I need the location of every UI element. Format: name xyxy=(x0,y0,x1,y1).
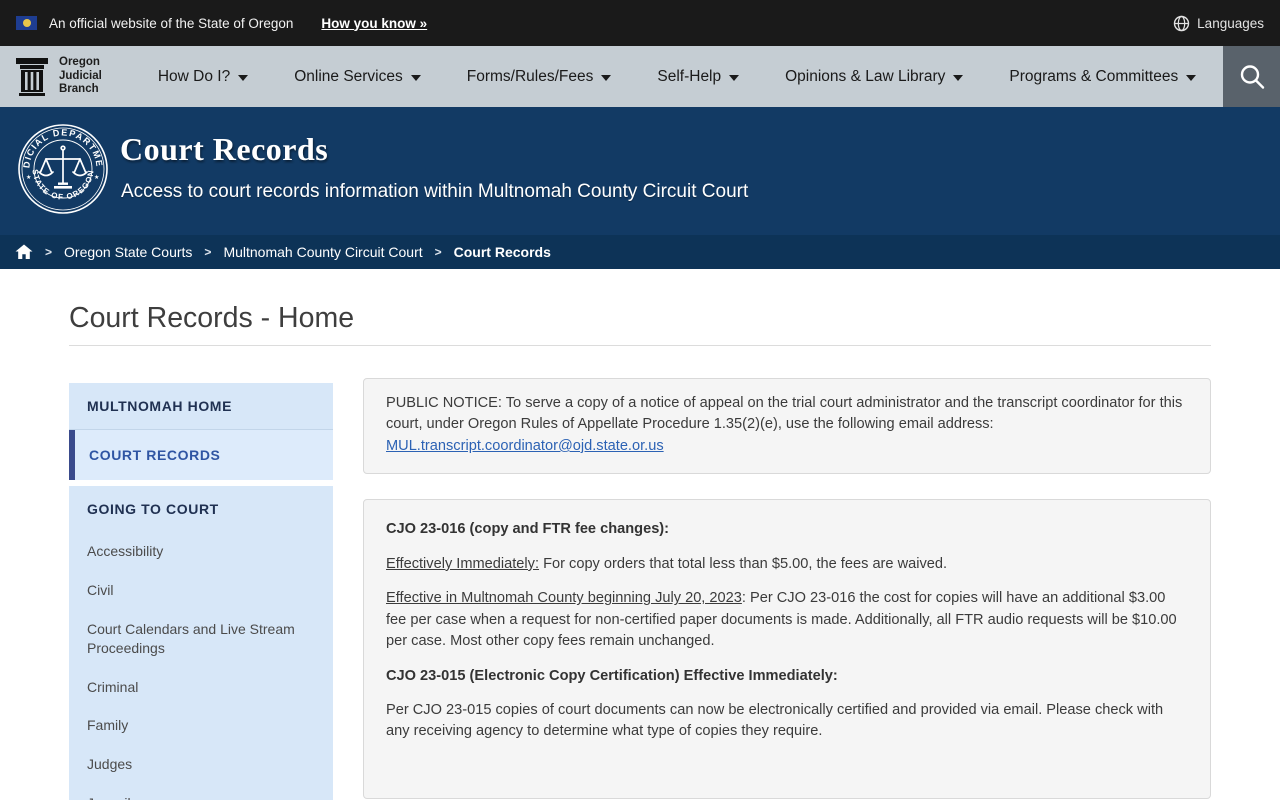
chevron-down-icon xyxy=(953,75,963,81)
nav-forms-rules-fees[interactable]: Forms/Rules/Fees xyxy=(467,68,612,86)
nav-opinions-law-library[interactable]: Opinions & Law Library xyxy=(785,68,963,86)
sidebar-group-top: MULTNOMAH HOME COURT RECORDS xyxy=(69,383,333,480)
how-you-know-link[interactable]: How you know » xyxy=(321,16,427,31)
cjo-23-015-heading: CJO 23-015 (Electronic Copy Certificatio… xyxy=(386,666,1188,687)
breadcrumb-separator: > xyxy=(435,245,442,259)
nav-programs-committees[interactable]: Programs & Committees xyxy=(1009,68,1196,86)
languages-label: Languages xyxy=(1197,16,1264,31)
sidebar-item-court-records[interactable]: COURT RECORDS xyxy=(69,430,333,480)
cjo-effective-july-paragraph: Effective in Multnomah County beginning … xyxy=(386,588,1188,652)
column-icon xyxy=(14,56,50,98)
chevron-down-icon xyxy=(238,75,248,81)
nav-how-do-i[interactable]: How Do I? xyxy=(158,68,248,86)
languages-button[interactable]: Languages xyxy=(1173,15,1264,32)
breadcrumb-current: Court Records xyxy=(454,244,551,260)
page-title: Court Records - Home xyxy=(69,302,354,335)
sidebar-item-court-calendars[interactable]: Court Calendars and Live Stream Proceedi… xyxy=(69,610,333,668)
page-banner-title: Court Records xyxy=(120,131,328,168)
breadcrumb-oregon-state-courts[interactable]: Oregon State Courts xyxy=(64,244,192,260)
nav-self-help[interactable]: Self-Help xyxy=(657,68,739,86)
nav-online-services[interactable]: Online Services xyxy=(294,68,421,86)
public-notice-text: PUBLIC NOTICE: To serve a copy of a noti… xyxy=(386,395,1182,432)
chevron-down-icon xyxy=(601,75,611,81)
chevron-down-icon xyxy=(1186,75,1196,81)
sidebar: MULTNOMAH HOME COURT RECORDS GOING TO CO… xyxy=(69,383,333,800)
content-column: PUBLIC NOTICE: To serve a copy of a noti… xyxy=(363,378,1211,800)
main-navbar: Oregon Judicial Branch How Do I? Online … xyxy=(0,46,1280,107)
nav-menu: How Do I? Online Services Forms/Rules/Fe… xyxy=(158,68,1196,86)
sidebar-item-civil[interactable]: Civil xyxy=(69,571,333,610)
chevron-down-icon xyxy=(729,75,739,81)
logo-wordmark: Oregon Judicial Branch xyxy=(59,56,102,97)
breadcrumb-separator: > xyxy=(45,245,52,259)
sidebar-item-judges[interactable]: Judges xyxy=(69,745,333,784)
sidebar-item-family[interactable]: Family xyxy=(69,706,333,745)
globe-icon xyxy=(1173,15,1190,32)
judicial-department-seal-icon: JUDICIAL DEPARTMENT STATE OF OREGON ★ ★ xyxy=(17,123,109,215)
sidebar-item-going-to-court[interactable]: GOING TO COURT xyxy=(69,486,333,532)
sidebar-item-juvenile[interactable]: Juvenile xyxy=(69,784,333,800)
cjo-notice-box: CJO 23-016 (copy and FTR fee changes): E… xyxy=(363,499,1211,799)
svg-text:★: ★ xyxy=(94,174,99,181)
breadcrumb-multnomah-circuit-court[interactable]: Multnomah County Circuit Court xyxy=(223,244,422,260)
ojb-logo[interactable]: Oregon Judicial Branch xyxy=(14,56,102,98)
official-state-bar: An official website of the State of Oreg… xyxy=(0,0,1280,46)
hero-banner: JUDICIAL DEPARTMENT STATE OF OREGON ★ ★ xyxy=(0,107,1280,235)
main-content: Court Records - Home MULTNOMAH HOME COUR… xyxy=(0,269,1280,800)
home-icon[interactable] xyxy=(15,244,33,260)
search-icon xyxy=(1237,62,1267,92)
cjo-23-015-paragraph: Per CJO 23-015 copies of court documents… xyxy=(386,700,1188,743)
public-notice-box: PUBLIC NOTICE: To serve a copy of a noti… xyxy=(363,378,1211,474)
page-banner-subtitle: Access to court records information with… xyxy=(121,181,748,203)
page: An official website of the State of Oreg… xyxy=(0,0,1280,800)
svg-text:★: ★ xyxy=(26,174,31,181)
breadcrumb-separator: > xyxy=(204,245,211,259)
cjo-23-016-heading: CJO 23-016 (copy and FTR fee changes): xyxy=(386,519,1188,540)
cjo-effectively-immediately-paragraph: Effectively Immediately: For copy orders… xyxy=(386,554,1188,575)
breadcrumb: > Oregon State Courts > Multnomah County… xyxy=(0,235,1280,269)
sidebar-group-going-to-court: GOING TO COURT Accessibility Civil Court… xyxy=(69,486,333,800)
search-button[interactable] xyxy=(1223,46,1280,107)
chevron-down-icon xyxy=(411,75,421,81)
oregon-flag-icon xyxy=(16,16,37,30)
transcript-coordinator-email-link[interactable]: MUL.transcript.coordinator@ojd.state.or.… xyxy=(386,438,664,454)
sidebar-item-accessibility[interactable]: Accessibility xyxy=(69,532,333,571)
official-website-text: An official website of the State of Oreg… xyxy=(49,16,293,31)
heading-divider xyxy=(69,345,1211,346)
sidebar-item-criminal[interactable]: Criminal xyxy=(69,668,333,707)
sidebar-item-multnomah-home[interactable]: MULTNOMAH HOME xyxy=(69,383,333,429)
